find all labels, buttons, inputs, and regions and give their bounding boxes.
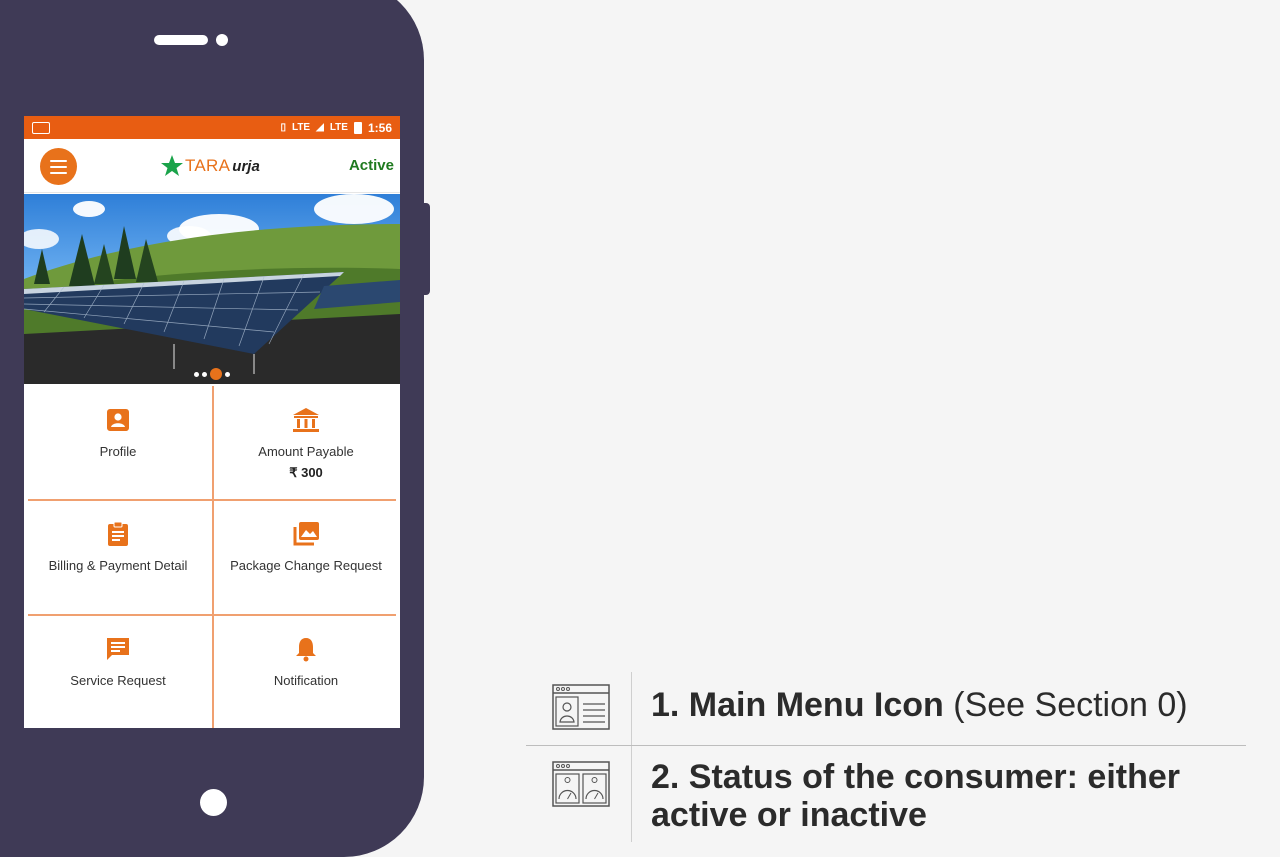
- main-menu-button[interactable]: [40, 148, 77, 185]
- service-request-label: Service Request: [70, 673, 166, 688]
- billing-payment-label: Billing & Payment Detail: [48, 558, 188, 573]
- vibrate-icon: ▯: [280, 122, 286, 133]
- package-change-label: Package Change Request: [230, 558, 382, 573]
- slide: ▯ LTE ◢ LTE 1:56 TARA urja Active Profil…: [0, 0, 1280, 857]
- hamburger-line: [50, 171, 67, 174]
- dashboard-window-icon: [552, 761, 610, 807]
- phone-side-button: [422, 203, 430, 295]
- tara-urja-logo: TARA urja: [160, 153, 260, 179]
- solar-panel-image: [24, 194, 400, 384]
- hamburger-icon: [50, 159, 67, 162]
- signal-icon: ◢: [316, 122, 324, 133]
- amount-payable-value: ₹ 300: [289, 465, 323, 480]
- profile-tile[interactable]: Profile: [24, 386, 212, 500]
- status-bar-right: ▯ LTE ◢ LTE 1:56: [280, 121, 392, 135]
- volte-label: LTE: [291, 122, 311, 133]
- hamburger-line: [50, 165, 67, 168]
- notification-label: Notification: [273, 673, 339, 688]
- star-icon: [161, 155, 183, 176]
- legend-main-menu-bold: 1. Main Menu Icon: [651, 686, 944, 724]
- banner-carousel[interactable]: [24, 194, 400, 384]
- carousel-dot[interactable]: [225, 371, 230, 377]
- amount-payable-tile[interactable]: Amount Payable ₹ 300: [212, 386, 400, 500]
- phone-camera: [216, 34, 228, 46]
- chat-icon: [104, 635, 132, 663]
- status-bar: ▯ LTE ◢ LTE 1:56: [24, 116, 400, 139]
- bank-icon: [292, 406, 320, 434]
- logo-primary-text: TARA: [185, 156, 231, 175]
- profile-label: Profile: [99, 444, 137, 459]
- phone-home-button[interactable]: [200, 789, 227, 816]
- battery-icon: [353, 121, 362, 134]
- phone-speaker: [154, 35, 208, 45]
- billing-payment-tile[interactable]: Billing & Payment Detail: [24, 500, 212, 614]
- legend-panel: 1. Main Menu Icon (See Section 0) 2. Sta…: [526, 672, 1246, 842]
- legend-text-main-menu: 1. Main Menu Icon (See Section 0): [651, 686, 1188, 724]
- bell-icon: [292, 635, 320, 663]
- home-menu-grid: Profile Amount Payable ₹ 300 Billing & P…: [24, 386, 400, 728]
- carousel-dots[interactable]: [24, 368, 400, 380]
- clock: 1:56: [367, 120, 392, 135]
- app-screen: ▯ LTE ◢ LTE 1:56 TARA urja Active Profil…: [24, 116, 400, 728]
- amount-payable-label: Amount Payable: [258, 444, 354, 459]
- legend-text-status: 2. Status of the consumer: either active…: [651, 758, 1180, 834]
- notification-tile[interactable]: Notification: [212, 615, 400, 728]
- app-bar: TARA urja Active: [24, 139, 400, 193]
- package-change-tile[interactable]: Package Change Request: [212, 500, 400, 614]
- carousel-dot-active[interactable]: [210, 368, 222, 380]
- legend-main-menu-note: (See Section 0): [943, 686, 1188, 724]
- logo-secondary-text: urja: [232, 157, 260, 175]
- legend-divider-horizontal: [526, 745, 1246, 746]
- person-badge-icon: [104, 406, 132, 434]
- activity-icon: [32, 121, 50, 134]
- consumer-status: Active: [348, 157, 394, 174]
- legend-divider-vertical: [631, 672, 632, 842]
- service-request-tile[interactable]: Service Request: [24, 615, 212, 728]
- carousel-dot[interactable]: [202, 371, 207, 377]
- clipboard-icon: [104, 520, 132, 548]
- lte-label: LTE: [329, 122, 348, 133]
- profile-window-icon: [552, 684, 610, 730]
- carousel-dot[interactable]: [194, 371, 199, 377]
- gallery-icon: [292, 520, 320, 548]
